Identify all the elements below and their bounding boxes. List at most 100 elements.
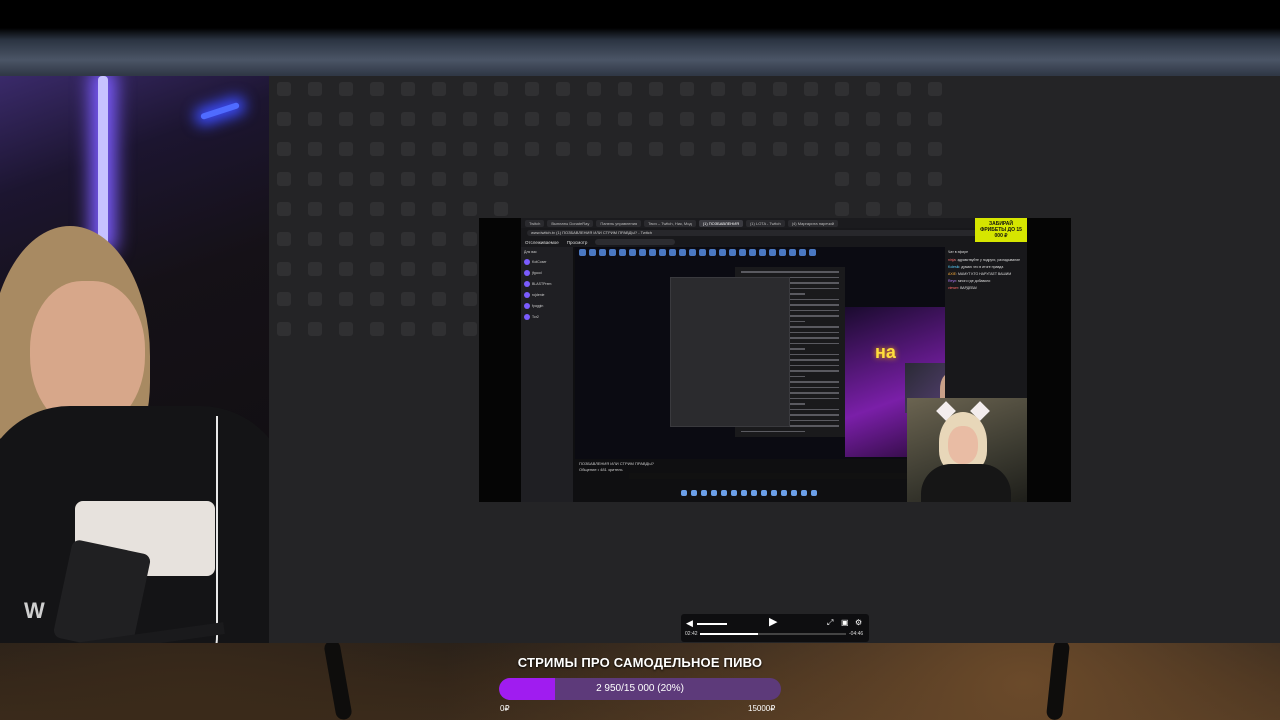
app-icon [749,249,756,256]
twitch-player[interactable]: на [575,247,999,479]
channel-name: KotCoser [532,259,547,264]
browser-tab[interactable]: (1) LOTA - Twitch [745,219,785,227]
app-icon [609,249,616,256]
taskbar-icon [741,490,747,496]
volume-icon[interactable]: ◀ [686,617,693,629]
desktop-icon [680,142,694,156]
sidebar-channel[interactable]: jfgood [524,267,570,278]
desktop-icon [742,142,756,156]
sidebar-channel[interactable]: BLASTPrem [524,278,570,289]
desktop-icon [432,202,446,216]
desktop-icon [277,202,291,216]
app-icon [739,249,746,256]
desktop-icon [494,142,508,156]
app-icon [759,249,766,256]
stream-info: ПОЗБАВЛЕНИЯ ИЛИ СТРИМ ПРАВДЫ? Общение • … [579,461,654,473]
desktop-icon [370,322,384,336]
desktop-icon [370,262,384,276]
browser-tab[interactable]: Твич – Twitch, Ник, Мод [644,219,696,227]
twitch-search-input[interactable] [595,239,676,245]
ad-banner[interactable]: ЗАБИРАЙ ФРИБЕТЫ ДО 15 000 ₽ [975,218,1027,242]
chat-user[interactable]: ninja [948,258,955,262]
volume-slider[interactable] [697,623,727,625]
channel-avatar [524,280,530,287]
desktop-icon [339,82,353,96]
desktop-icon [277,322,291,336]
desktop-icon [835,142,849,156]
chat-user[interactable]: AXIE [948,272,956,276]
chat-message: viewer: ВАРДЕВА! [948,286,977,290]
desktop-icon [773,142,787,156]
desktop-icon [494,202,508,216]
page-title: (1) ПОЗБАВЛЕНИЯ ИЛИ СТРИМ ПРАВДЫ? - Twit… [556,229,652,235]
desktop-icon [463,142,477,156]
desktop-icon [432,82,446,96]
goal-progress-bar: 2 950/15 000 (20%) [499,678,781,700]
desktop-icon [432,112,446,126]
desktop-icon [463,292,477,306]
text-line [741,271,839,273]
play-icon[interactable]: ▶ [769,616,777,628]
desktop-icon [897,202,911,216]
desktop-icon [587,142,601,156]
taskbar-icon [781,490,787,496]
desktop-icon [370,172,384,186]
desktop-icon [370,142,384,156]
chat-user[interactable]: Kolesik [948,265,959,269]
pip-icon[interactable]: ▣ [841,617,849,629]
channel-name: jfgood [532,270,542,275]
fullscreen-icon[interactable]: ⤢ [827,617,833,629]
desktop-icon [494,112,508,126]
nav-following[interactable]: Отслеживаемое [525,240,559,245]
desktop-icon [525,82,539,96]
browser-tab-active[interactable]: (1) ПОЗБАВЛЕНИЯ [698,219,743,227]
desktop-icon [308,232,322,246]
desktop-icon [339,202,353,216]
streamer-webcam: W [0,76,270,643]
desktop-icon [432,262,446,276]
desktop-icon [463,82,477,96]
nav-browse[interactable]: Просмотр [567,240,588,245]
browser-tab[interactable]: (4) Маргарита наречий [787,219,839,227]
app-icon [789,249,796,256]
desktop-icon [525,142,539,156]
sidebar-channel[interactable]: Tor2 [524,311,570,322]
taskbar-icon [751,490,757,496]
desktop-icon [680,112,694,126]
desktop-icon [866,82,880,96]
browser-tab[interactable]: Twitch [525,219,545,227]
desktop-icon [463,232,477,246]
app-icon [779,249,786,256]
app-icon [629,249,636,256]
desktop-icon [618,112,632,126]
desktop-icon [401,292,415,306]
settings-icon[interactable]: ⚙ [855,617,862,629]
seek-progress [700,633,759,635]
sidebar-channel[interactable]: KotCoser [524,256,570,267]
desktop-icon [494,172,508,186]
channel-avatar [524,258,530,265]
browser-tab[interactable]: Выплаты DonateRay [547,219,594,227]
desktop-icon [401,82,415,96]
desktop-icon [556,142,570,156]
sidebar-channel[interactable]: fyoggin [524,300,570,311]
chat-user[interactable]: viewer [948,286,958,290]
desktop-icon [277,142,291,156]
desktop-icon [928,172,942,186]
desktop-icon [618,142,632,156]
channel-name: rojdenie [532,292,545,297]
led-light [200,101,240,121]
chat-user[interactable]: Reyn [948,279,956,283]
desktop-icon [308,202,322,216]
desktop-icon [556,112,570,126]
sidebar-channel[interactable]: rojdenie [524,289,570,300]
browser-tab[interactable]: Панель управления [596,219,642,227]
channel-avatar [524,302,530,309]
desktop-icon [897,172,911,186]
goal-max-label: 15000₽ [748,704,776,713]
desktop-icon [370,112,384,126]
seek-bar[interactable] [700,633,846,635]
address-field[interactable]: www.twitch.tv (1) ПОЗБАВЛЕНИЯ ИЛИ СТРИМ … [527,229,1021,236]
desktop-icon [897,82,911,96]
desktop-icon [401,322,415,336]
